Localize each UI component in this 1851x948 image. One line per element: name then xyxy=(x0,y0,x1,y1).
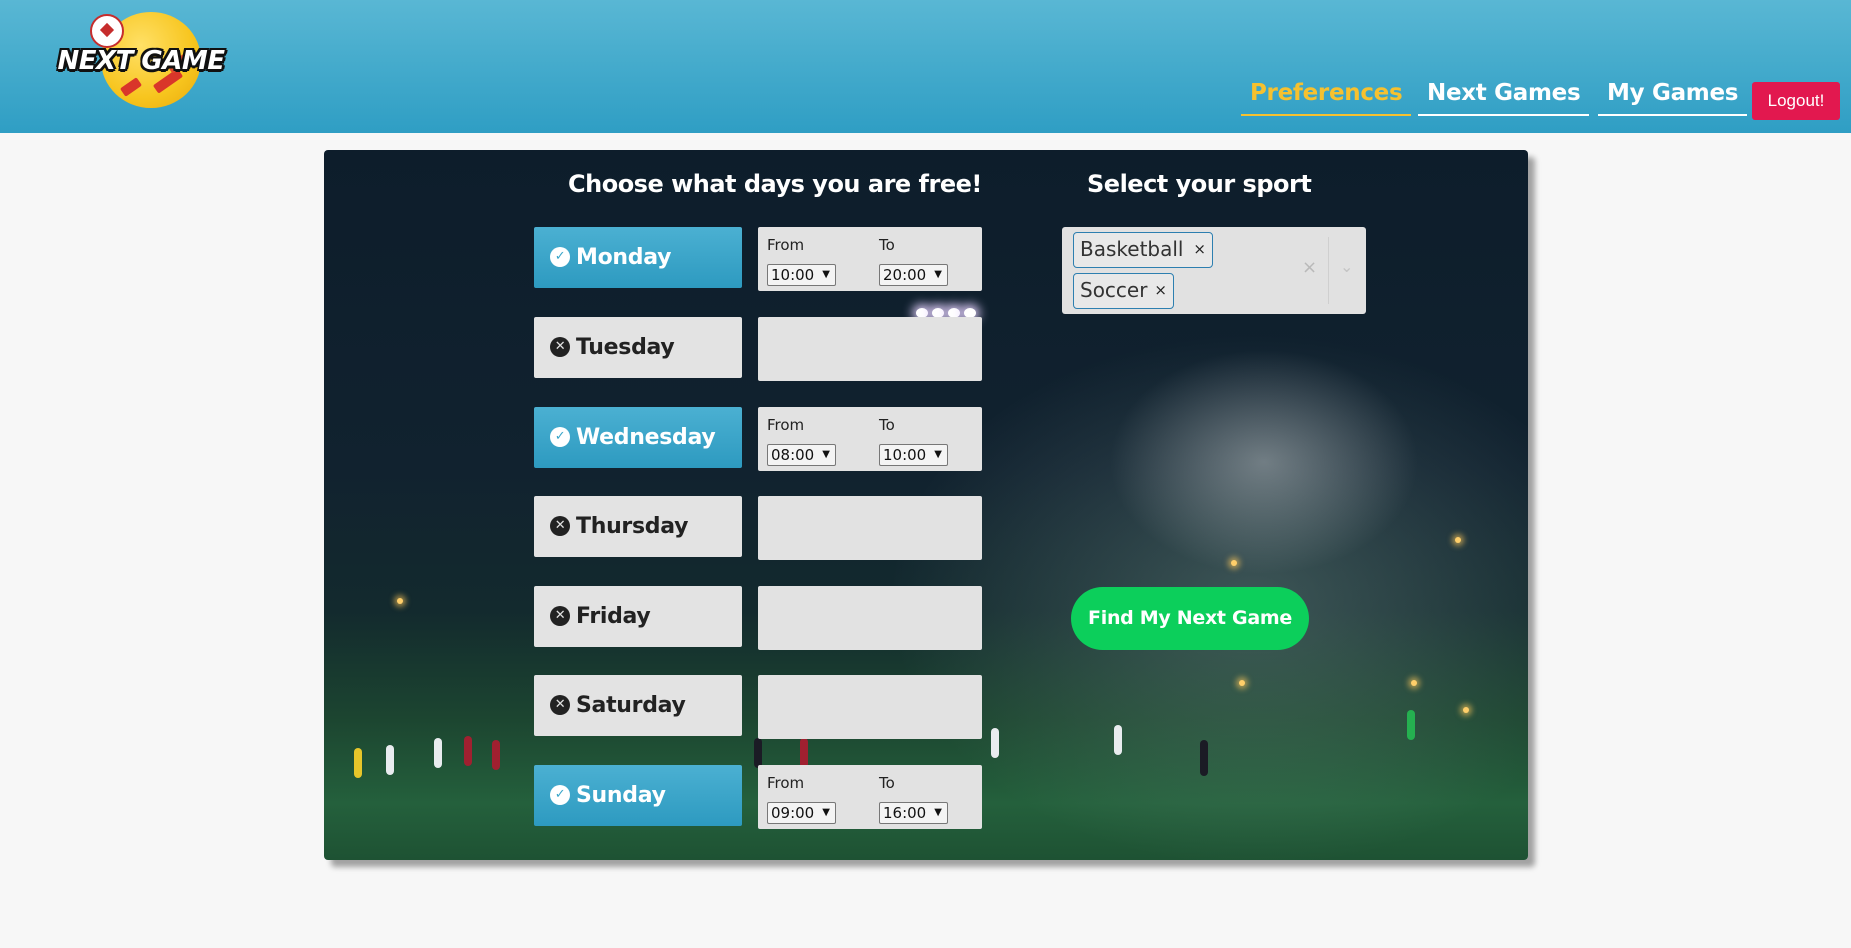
dropdown-caret-icon: ▼ xyxy=(934,807,942,818)
from-label: From xyxy=(767,774,805,792)
day-label: Monday xyxy=(576,245,672,270)
day-toggle-tuesday[interactable]: ✕ Tuesday xyxy=(534,317,742,378)
to-select-wednesday[interactable]: 10:00 ▼ xyxy=(879,444,948,466)
dropdown-caret-icon: ▼ xyxy=(822,269,830,280)
from-label: From xyxy=(767,236,805,254)
logo-text: NEXT GAME xyxy=(57,46,225,76)
next-game-logo[interactable]: NEXT GAME xyxy=(46,10,236,110)
time-range-tuesday-empty xyxy=(758,317,982,381)
soccer-ball-icon xyxy=(90,14,124,48)
from-value: 08:00 xyxy=(771,446,815,464)
chevron-down-icon[interactable]: ⌄ xyxy=(1340,257,1353,276)
sport-tag-label: Soccer xyxy=(1080,278,1148,302)
day-label: Thursday xyxy=(576,514,689,539)
preferences-panel: Choose what days you are free! Select yo… xyxy=(324,150,1528,860)
day-toggle-friday[interactable]: ✕ Friday xyxy=(534,586,742,647)
check-circle-icon: ✓ xyxy=(550,427,570,447)
remove-tag-icon[interactable]: × xyxy=(1193,233,1206,266)
time-range-sunday: From To 09:00 ▼ 16:00 ▼ xyxy=(758,765,982,829)
x-circle-icon: ✕ xyxy=(550,516,570,536)
dropdown-caret-icon: ▼ xyxy=(934,449,942,460)
check-circle-icon: ✓ xyxy=(550,785,570,805)
sport-heading: Select your sport xyxy=(1087,170,1312,198)
sport-tag-basketball: Basketball × xyxy=(1073,232,1213,268)
day-toggle-monday[interactable]: ✓ Monday xyxy=(534,227,742,288)
time-range-monday: From To 10:00 ▼ 20:00 ▼ xyxy=(758,227,982,291)
from-select-sunday[interactable]: 09:00 ▼ xyxy=(767,802,836,824)
select-divider xyxy=(1328,237,1329,304)
to-label: To xyxy=(879,774,895,792)
day-label: Wednesday xyxy=(576,425,716,450)
top-header: NEXT GAME Preferences Next Games My Game… xyxy=(0,0,1851,133)
to-value: 10:00 xyxy=(883,446,927,464)
day-toggle-wednesday[interactable]: ✓ Wednesday xyxy=(534,407,742,468)
from-label: From xyxy=(767,416,805,434)
from-select-monday[interactable]: 10:00 ▼ xyxy=(767,264,836,286)
from-value: 09:00 xyxy=(771,804,815,822)
day-toggle-sunday[interactable]: ✓ Sunday xyxy=(534,765,742,826)
to-select-sunday[interactable]: 16:00 ▼ xyxy=(879,802,948,824)
day-toggle-thursday[interactable]: ✕ Thursday xyxy=(534,496,742,557)
dropdown-caret-icon: ▼ xyxy=(934,269,942,280)
nav-my-games[interactable]: My Games xyxy=(1598,76,1748,116)
nav-next-games[interactable]: Next Games xyxy=(1418,76,1590,116)
dropdown-caret-icon: ▼ xyxy=(822,807,830,818)
day-label: Tuesday xyxy=(576,335,675,360)
sport-multiselect[interactable]: Basketball × Soccer × × ⌄ xyxy=(1062,227,1366,314)
check-circle-icon: ✓ xyxy=(550,247,570,267)
find-next-game-button[interactable]: Find My Next Game xyxy=(1071,587,1309,650)
to-value: 20:00 xyxy=(883,266,927,284)
to-label: To xyxy=(879,236,895,254)
from-select-wednesday[interactable]: 08:00 ▼ xyxy=(767,444,836,466)
sport-tag-soccer: Soccer × xyxy=(1073,273,1174,309)
to-label: To xyxy=(879,416,895,434)
time-range-saturday-empty xyxy=(758,675,982,739)
sport-tag-label: Basketball xyxy=(1080,237,1184,261)
x-circle-icon: ✕ xyxy=(550,337,570,357)
day-label: Sunday xyxy=(576,783,666,808)
day-label: Saturday xyxy=(576,693,686,718)
time-range-thursday-empty xyxy=(758,496,982,560)
day-label: Friday xyxy=(576,604,651,629)
x-circle-icon: ✕ xyxy=(550,606,570,626)
to-value: 16:00 xyxy=(883,804,927,822)
days-heading: Choose what days you are free! xyxy=(568,170,982,198)
from-value: 10:00 xyxy=(771,266,815,284)
clear-all-icon[interactable]: × xyxy=(1302,257,1317,278)
to-select-monday[interactable]: 20:00 ▼ xyxy=(879,264,948,286)
dropdown-caret-icon: ▼ xyxy=(822,449,830,460)
x-circle-icon: ✕ xyxy=(550,695,570,715)
nav-preferences[interactable]: Preferences xyxy=(1241,76,1412,116)
remove-tag-icon[interactable]: × xyxy=(1154,274,1167,307)
logout-button[interactable]: Logout! xyxy=(1752,82,1840,120)
day-toggle-saturday[interactable]: ✕ Saturday xyxy=(534,675,742,736)
time-range-friday-empty xyxy=(758,586,982,650)
time-range-wednesday: From To 08:00 ▼ 10:00 ▼ xyxy=(758,407,982,471)
